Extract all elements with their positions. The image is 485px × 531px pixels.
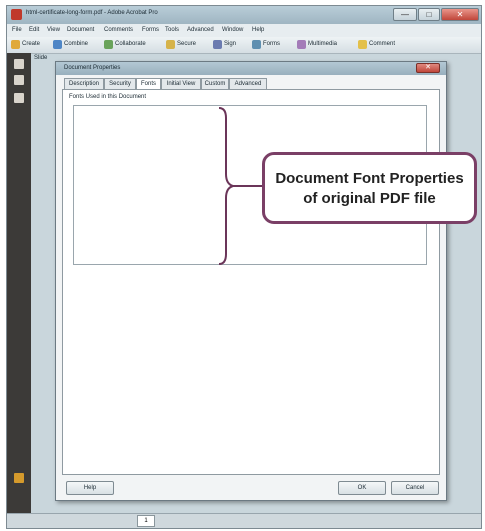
multimedia-icon (297, 40, 306, 49)
close-button[interactable]: ✕ (441, 8, 479, 21)
tab-advanced[interactable]: Advanced (229, 78, 267, 89)
annotation-line-1: Document Font Properties (275, 170, 464, 187)
callout-connector (232, 185, 262, 187)
forms-icon (252, 40, 261, 49)
pages-icon[interactable] (14, 59, 24, 69)
maximize-button[interactable]: □ (418, 8, 440, 21)
collaborate-icon (104, 40, 113, 49)
tab-custom[interactable]: Custom (201, 78, 229, 89)
page-number-field[interactable]: 1 (137, 515, 155, 527)
menu-help[interactable]: Help (252, 27, 264, 33)
toolbar-create[interactable]: Create (22, 41, 40, 47)
document-properties-dialog: Document Properties ✕ Description Securi… (55, 61, 477, 501)
menu-forms[interactable]: Forms (142, 27, 159, 33)
help-button[interactable]: Help (66, 481, 114, 495)
task-toolbar: Create Combine Collaborate Secure Sign F… (7, 37, 481, 54)
cancel-button[interactable]: Cancel (391, 481, 439, 495)
combine-icon (53, 40, 62, 49)
window-title: html-certificate-long-form.pdf - Adobe A… (26, 10, 158, 16)
menu-tools[interactable]: Tools (165, 27, 179, 33)
comment-icon (358, 40, 367, 49)
fonts-section-label: Fonts Used in this Document (69, 94, 147, 100)
tab-initial-view[interactable]: Initial View (161, 78, 201, 89)
toolbar-combine[interactable]: Combine (64, 41, 88, 47)
menu-file[interactable]: File (12, 27, 22, 33)
toolbar-collaborate[interactable]: Collaborate (115, 41, 146, 47)
menu-bar: File Edit View Document Comments Forms T… (7, 24, 481, 38)
menu-window[interactable]: Window (222, 27, 243, 33)
minimize-button[interactable]: — (393, 8, 417, 21)
dialog-close-button[interactable]: ✕ (416, 63, 440, 73)
attachments-icon[interactable] (14, 75, 24, 85)
menu-edit[interactable]: Edit (29, 27, 39, 33)
fonts-tab-panel: Fonts Used in this Document Document Fon… (62, 89, 477, 475)
annotation-line-2: of original PDF file (303, 190, 436, 207)
dialog-title-bar: Document Properties ✕ (56, 62, 446, 75)
left-panel-label: Slide (34, 55, 48, 61)
title-bar: html-certificate-long-form.pdf - Adobe A… (7, 6, 481, 24)
status-bar: 1 (7, 513, 481, 528)
secure-icon (166, 40, 175, 49)
acrobat-app-icon (11, 9, 22, 20)
bookmarks-icon[interactable] (14, 93, 24, 103)
tab-description[interactable]: Description (64, 78, 104, 89)
menu-document[interactable]: Document (67, 27, 94, 33)
dialog-title: Document Properties (64, 65, 121, 71)
toolbar-sign[interactable]: Sign (224, 41, 236, 47)
navigation-pane (7, 53, 31, 528)
annotation-callout: Document Font Properties of original PDF… (262, 152, 477, 224)
menu-view[interactable]: View (47, 27, 60, 33)
create-icon (11, 40, 20, 49)
ok-button[interactable]: OK (338, 481, 386, 495)
toolbar-forms[interactable]: Forms (263, 41, 280, 47)
note-icon[interactable] (14, 473, 24, 483)
sign-icon (213, 40, 222, 49)
toolbar-comment[interactable]: Comment (369, 41, 395, 47)
toolbar-secure[interactable]: Secure (177, 41, 196, 47)
toolbar-multimedia[interactable]: Multimedia (308, 41, 337, 47)
acrobat-window: html-certificate-long-form.pdf - Adobe A… (6, 5, 482, 529)
menu-advanced[interactable]: Advanced (187, 27, 214, 33)
menu-comments[interactable]: Comments (104, 27, 133, 33)
tab-security[interactable]: Security (104, 78, 136, 89)
